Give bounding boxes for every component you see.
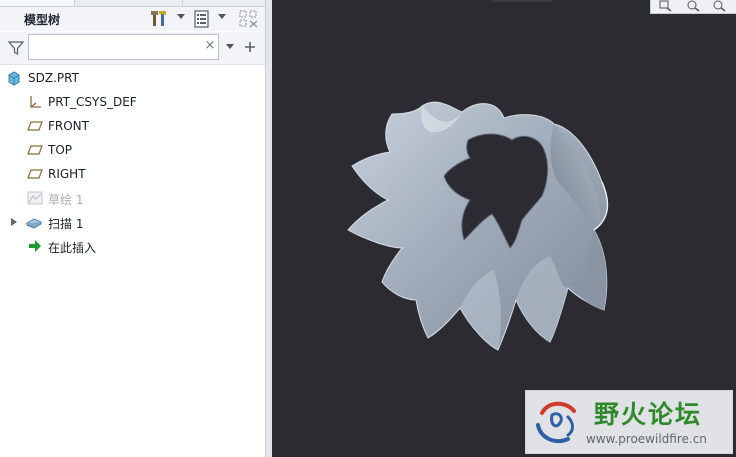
swept-surface-model[interactable]	[272, 0, 736, 457]
show-list-icon[interactable]	[193, 9, 211, 29]
watermark-title: 野火论坛	[594, 400, 703, 429]
tree-item-label: TOP	[48, 143, 73, 157]
model-tree-toolbar: 模型树	[0, 7, 265, 31]
proewildfire-logo-icon	[536, 401, 576, 444]
model-tree-title: 模型树	[24, 13, 61, 27]
datum-plane-icon	[27, 121, 43, 131]
tree-item-label: PRT_CSYS_DEF	[48, 95, 137, 109]
tree-item-right[interactable]: RIGHT	[0, 162, 265, 186]
add-icon[interactable]	[244, 41, 256, 53]
tree-item-label: FRONT	[48, 119, 89, 133]
sweep-icon	[26, 218, 42, 229]
tree-item-label: 扫描 1	[48, 217, 84, 231]
part-icon	[8, 71, 20, 86]
tree-item-sdz-prt[interactable]: SDZ.PRT	[0, 66, 265, 90]
clear-search-icon[interactable]: ×	[204, 39, 216, 53]
tree-item-label: 在此插入	[48, 241, 97, 255]
insert-arrow-icon	[29, 240, 41, 252]
datum-plane-icon	[27, 169, 43, 179]
tree-item-label: SDZ.PRT	[28, 71, 79, 85]
panel-tab-active[interactable]	[0, 0, 75, 6]
graphics-viewport[interactable]	[272, 0, 736, 457]
tree-columns-icon[interactable]	[238, 9, 260, 29]
csys-icon	[30, 96, 41, 108]
datum-plane-icon	[27, 145, 43, 155]
panel-splitter[interactable]	[265, 0, 272, 457]
tree-item-csys[interactable]: PRT_CSYS_DEF	[0, 90, 265, 114]
tree-item-label: 草绘 1	[48, 193, 84, 207]
tree-item-top[interactable]: TOP	[0, 138, 265, 162]
tree-item-insert-here[interactable]: 在此插入	[0, 234, 265, 258]
watermark-url: www.proewildfire.cn	[586, 432, 707, 446]
tree-item-front[interactable]: FRONT	[0, 114, 265, 138]
watermark-logo: 野火论坛 www.proewildfire.cn	[525, 390, 733, 454]
panel-tab-strip	[0, 0, 265, 7]
expand-arrow-icon[interactable]	[11, 218, 17, 226]
filter-icon[interactable]	[8, 40, 24, 56]
show-dropdown-icon[interactable]	[218, 14, 226, 19]
search-options-dropdown-icon[interactable]	[226, 44, 234, 49]
search-row: ×	[0, 32, 265, 65]
search-input[interactable]	[28, 34, 219, 60]
panel-tab-divider	[182, 0, 183, 6]
settings-tools-icon[interactable]	[149, 9, 169, 29]
tree-item-label: RIGHT	[48, 167, 86, 181]
settings-dropdown-icon[interactable]	[177, 14, 185, 19]
tree-item-sweep[interactable]: 扫描 1	[0, 210, 265, 234]
sketch-icon	[27, 191, 43, 205]
model-tree-panel: 模型树 × SDZ.PRT PRT_CSYS_DEF FRONT TOP RIG…	[0, 0, 265, 457]
viewport-border	[492, 0, 552, 2]
tree-item-sketch[interactable]: 草绘 1	[0, 186, 265, 210]
